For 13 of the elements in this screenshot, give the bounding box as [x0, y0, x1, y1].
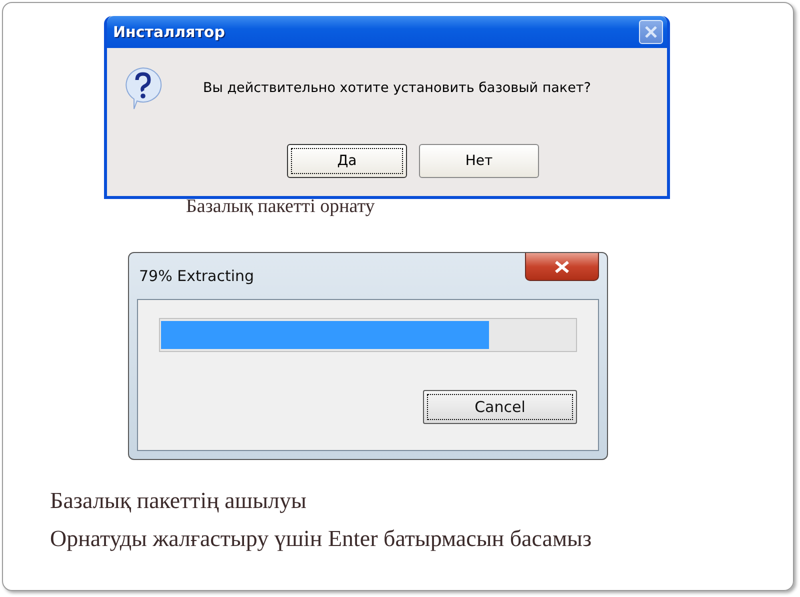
caption: Базалық пакетті орнату: [186, 196, 376, 218]
window-title: 79% Extracting: [139, 267, 254, 285]
window-title: Инсталлятор: [113, 23, 225, 41]
close-icon: [553, 260, 571, 274]
slide-text: Базалық пакеттің ашылуы: [50, 488, 308, 514]
close-icon: [643, 24, 659, 40]
slide-text: Орнатуды жалғастыру үшін Enter батырмасын басамыз: [50, 526, 593, 552]
dialog-button[interactable]: Нет: [419, 144, 539, 178]
question-icon: [123, 66, 163, 110]
cancel-button[interactable]: Cancel: [423, 390, 577, 424]
close-button[interactable]: [525, 253, 599, 281]
dialog-button[interactable]: Да: [287, 144, 407, 178]
dialog-message: Вы действительно хотите установить базовый пакет?: [203, 80, 591, 96]
